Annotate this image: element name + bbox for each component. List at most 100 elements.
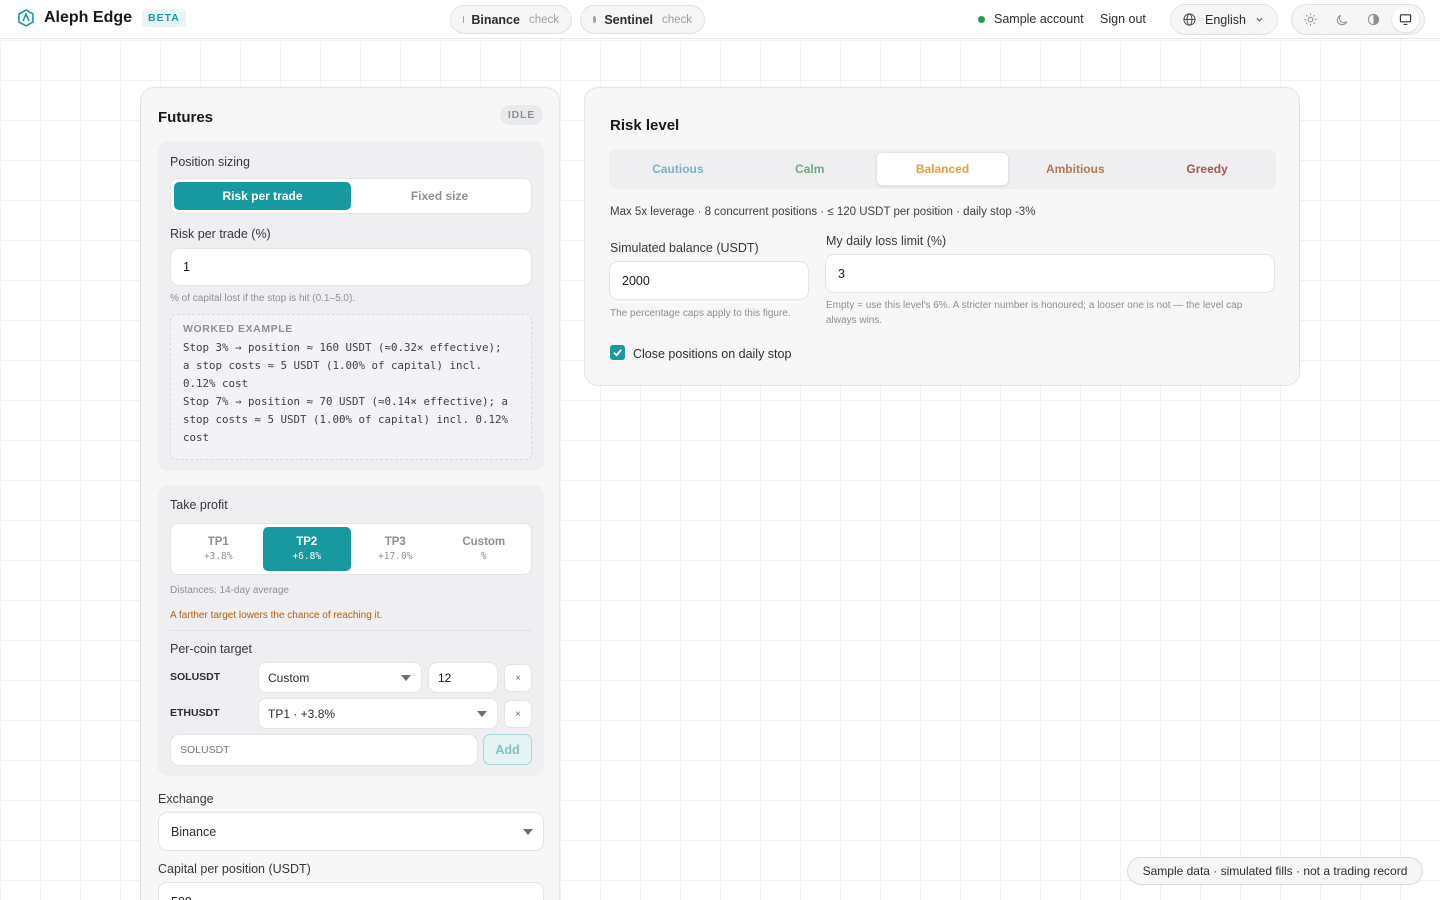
risk-calm-option[interactable]: Calm (744, 152, 876, 186)
capital-per-position-input[interactable]: 500 (158, 882, 544, 900)
position-sizing-toggle: Risk per trade Fixed size (170, 178, 532, 214)
exchange-value: Binance (171, 824, 217, 839)
theme-switcher (1291, 4, 1425, 35)
risk-per-trade-hint: % of capital lost if the stop is hit (0.… (170, 293, 356, 304)
take-profit-label: Take profit (170, 498, 228, 512)
brand-name: Aleph Edge (44, 9, 133, 26)
coin-symbol: ETHUSDT (170, 707, 220, 719)
distances-note: Distances: 14-day average (170, 585, 289, 596)
coin-target-select[interactable]: Custom (258, 662, 422, 693)
fixed-size-option[interactable]: Fixed size (351, 182, 528, 210)
status-dot-icon (593, 16, 597, 23)
custom-target-input[interactable]: 12 (428, 662, 498, 693)
tp-option-value: % (480, 551, 487, 562)
capital-per-position-label: Capital per position (USDT) (158, 862, 311, 876)
risk-level-description: Max 5x leverage · 8 concurrent positions… (610, 206, 1036, 218)
simulated-balance-input[interactable]: 2000 (609, 261, 809, 300)
take-profit-toggle: TP1 +3.8% TP2 +6.8% TP3 +17.0% Custom % (170, 523, 532, 575)
daily-loss-limit-hint: Empty = use this level's 6%. A stricter … (826, 300, 1243, 326)
daily-loss-limit-label: My daily loss limit (%) (826, 234, 947, 248)
top-bar: Aleph Edge BETA Binance check Sentinel c… (0, 0, 1440, 39)
position-sizing-card: Position sizing Risk per trade Fixed siz… (158, 141, 544, 471)
caret-down-icon (523, 828, 533, 835)
worked-example-line: 0.12% cost (183, 377, 249, 390)
caret-down-icon (477, 710, 487, 717)
close-on-stop-checkbox[interactable] (610, 345, 625, 360)
online-dot-icon (978, 15, 985, 23)
status-pill-name: Sentinel (604, 12, 653, 27)
tp-option-name: TP2 (296, 536, 318, 548)
add-coin-button[interactable]: Add (483, 734, 532, 765)
brand[interactable]: Aleph Edge BETA (17, 9, 186, 27)
risk-per-trade-option[interactable]: Risk per trade (174, 182, 351, 210)
worked-example-line: cost (183, 431, 210, 444)
simulated-balance-hint: The percentage caps apply to this figure… (610, 308, 791, 319)
language-label: English (1205, 12, 1246, 27)
tp-option-name: Custom (462, 536, 506, 548)
coin-symbol: SOLUSDT (170, 671, 221, 683)
language-select[interactable]: English (1170, 4, 1278, 35)
contrast-icon (1368, 13, 1380, 26)
sun-icon (1304, 13, 1317, 26)
position-sizing-label: Position sizing (170, 155, 250, 169)
risk-cautious-option[interactable]: Cautious (612, 152, 744, 186)
remove-coin-button[interactable]: × (504, 664, 532, 692)
theme-system-button[interactable] (1391, 7, 1419, 32)
futures-panel: Futures IDLE Position sizing Risk per tr… (140, 87, 560, 900)
worked-example-line: a stop costs ≈ 5 USDT (1.00% of capital)… (183, 359, 483, 372)
check-icon (613, 349, 622, 357)
tp-option-name: TP3 (384, 536, 406, 548)
status-pill-state: check (528, 13, 559, 26)
risk-per-trade-input[interactable]: 1 (170, 248, 532, 286)
add-coin-input[interactable] (170, 734, 478, 766)
sample-data-note: Sample data · simulated fills · not a tr… (1127, 857, 1423, 885)
status-badge: IDLE (499, 105, 543, 125)
chevron-down-icon (1256, 17, 1263, 22)
simulated-balance-label: Simulated balance (USDT) (610, 241, 759, 255)
tp2-option[interactable]: TP2 +6.8% (262, 527, 351, 571)
theme-light-button[interactable] (1297, 7, 1324, 32)
theme-dark-button[interactable] (1329, 7, 1356, 32)
tp-option-name: TP1 (207, 536, 229, 548)
moon-icon (1336, 14, 1347, 26)
risk-level-panel: Risk level Cautious Calm Balanced Ambiti… (584, 87, 1300, 386)
risk-balanced-option[interactable]: Balanced (875, 152, 1010, 186)
tp-option-value: +3.8% (203, 551, 233, 562)
status-pill-name: Binance (471, 12, 520, 27)
sign-out-link[interactable]: Sign out (1100, 12, 1146, 26)
worked-example: WORKED EXAMPLE Stop 3% → position ≈ 160 … (170, 314, 532, 460)
exchange-select[interactable]: Binance (158, 812, 544, 851)
beta-badge: BETA (142, 9, 186, 27)
take-profit-card: Take profit TP1 +3.8% TP2 +6.8% TP3 +17.… (158, 485, 544, 776)
theme-contrast-button[interactable] (1360, 7, 1387, 32)
tp1-option[interactable]: TP1 +3.8% (174, 527, 263, 571)
coin-target-select[interactable]: TP1 · +3.8% (258, 698, 498, 729)
sentinel-status-pill[interactable]: Sentinel check (580, 5, 705, 34)
tp-option-value: +6.8% (292, 551, 322, 562)
tp3-option[interactable]: TP3 +17.0% (351, 527, 440, 571)
close-on-stop-label[interactable]: Close positions on daily stop (633, 347, 791, 361)
caret-down-icon (401, 674, 411, 681)
risk-per-trade-label: Risk per trade (%) (170, 227, 271, 241)
account-name: Sample account (994, 12, 1084, 26)
coin-target-value: Custom (268, 670, 310, 685)
binance-status-pill[interactable]: Binance check (450, 5, 572, 34)
worked-example-line: Stop 3% → position ≈ 160 USDT (≈0.32× ef… (183, 341, 502, 354)
tp-option-value: +17.0% (378, 551, 413, 562)
logo-icon (18, 9, 34, 27)
remove-coin-button[interactable]: × (504, 700, 532, 728)
risk-ambitious-option[interactable]: Ambitious (1009, 152, 1141, 186)
custom-tp-option[interactable]: Custom % (440, 527, 529, 571)
futures-title: Futures (158, 109, 214, 126)
exchange-label: Exchange (158, 792, 214, 806)
risk-level-title: Risk level (610, 117, 680, 134)
worked-example-line: stop costs ≈ 5 USDT (1.00% of capital) i… (183, 413, 509, 426)
risk-greedy-option[interactable]: Greedy (1141, 152, 1273, 186)
coin-target-value: TP1 · +3.8% (268, 706, 336, 721)
globe-icon (1183, 13, 1196, 26)
daily-loss-limit-input[interactable]: 3 (825, 254, 1275, 293)
target-warning: A farther target lowers the chance of re… (170, 610, 383, 621)
per-coin-target-label: Per-coin target (170, 642, 252, 656)
status-pill-state: check (661, 13, 692, 26)
worked-example-title: WORKED EXAMPLE (183, 323, 293, 335)
